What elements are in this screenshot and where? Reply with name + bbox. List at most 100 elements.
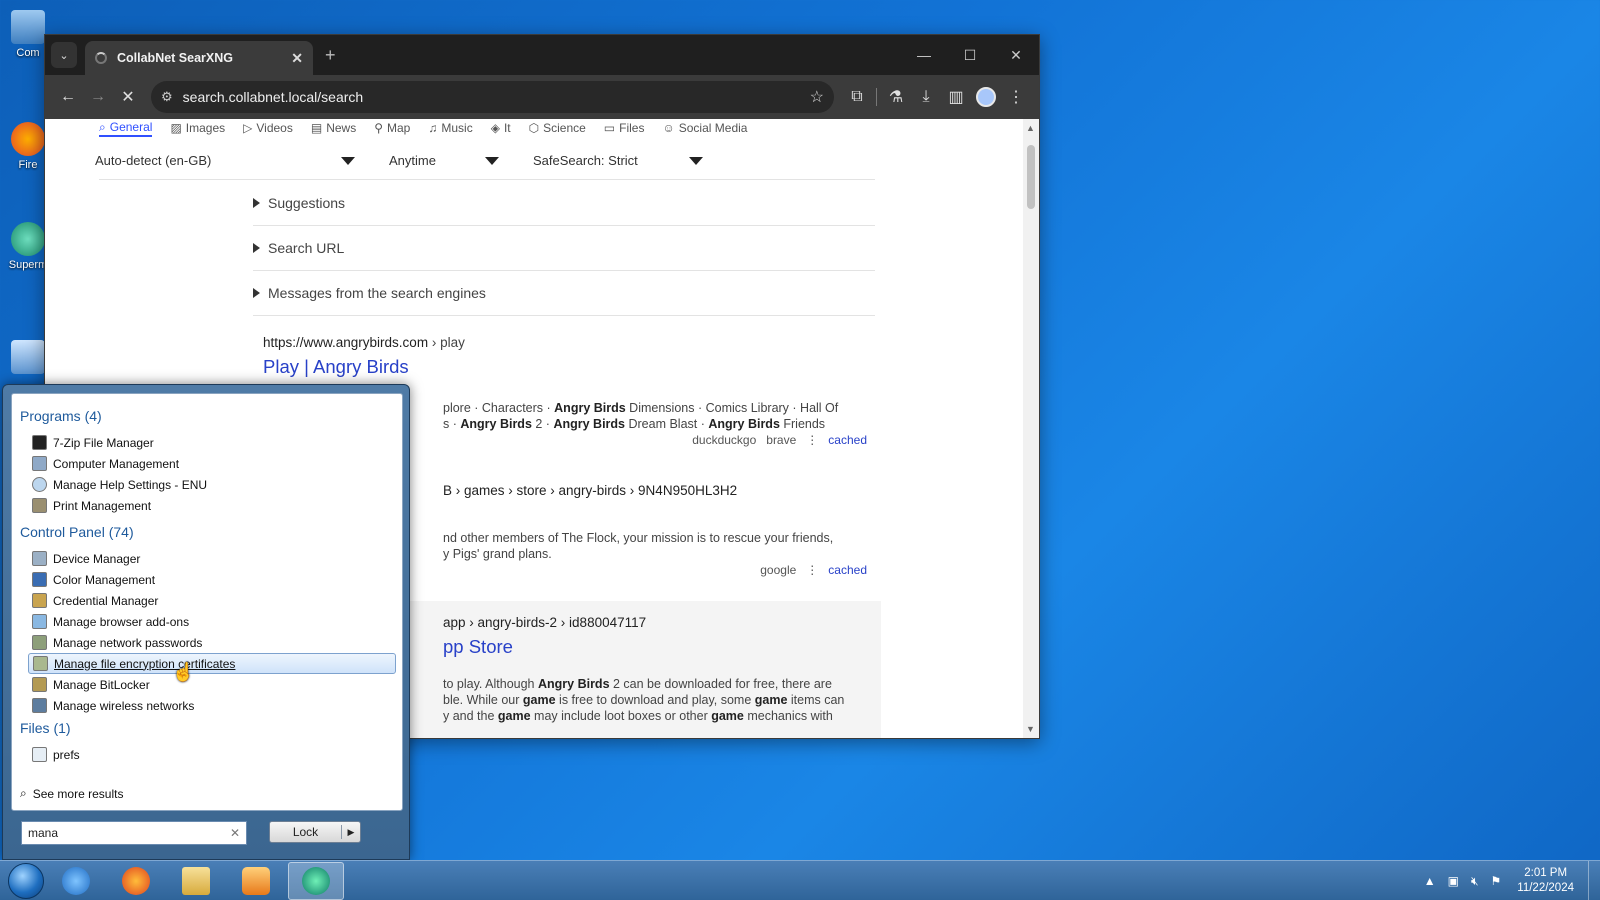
- result-url-host: https://www.angrybirds.com: [263, 335, 429, 350]
- cached-link[interactable]: cached: [828, 563, 867, 577]
- action-center-flag-icon[interactable]: ⚑: [1491, 874, 1502, 888]
- program-item[interactable]: Print Management: [28, 495, 396, 516]
- profile-avatar[interactable]: [971, 82, 1001, 112]
- show-hidden-icons-chevron-icon[interactable]: ▲: [1424, 874, 1436, 888]
- image-icon: ▨: [170, 121, 182, 135]
- start-menu-results: Programs (4) 7-Zip File Manager Computer…: [11, 393, 403, 811]
- chevron-down-icon: [689, 156, 703, 165]
- search-icon: ⌕: [20, 786, 27, 800]
- control-panel-item[interactable]: Manage BitLocker: [28, 674, 396, 695]
- firefox-icon: [122, 866, 150, 895]
- bookmark-star-icon[interactable]: ☆: [810, 87, 824, 107]
- color-management-icon: [32, 572, 47, 587]
- back-button[interactable]: ←: [53, 82, 83, 112]
- item-label: Color Management: [53, 572, 156, 587]
- tab-images[interactable]: ▨ Images: [170, 119, 225, 137]
- safesearch-select[interactable]: SafeSearch: Strict: [533, 153, 703, 168]
- power-options-arrow-icon[interactable]: ▶: [342, 827, 360, 838]
- tab-search-button[interactable]: ⌄: [51, 42, 77, 68]
- clock[interactable]: 2:01 PM 11/22/2024: [1517, 866, 1574, 896]
- people-icon: ☺: [662, 121, 675, 135]
- program-item[interactable]: Computer Management: [28, 453, 396, 474]
- tab-it[interactable]: ◈ It: [491, 119, 511, 137]
- expander-label: Search URL: [268, 240, 345, 256]
- network-passwords-icon: [32, 635, 47, 650]
- file-item[interactable]: prefs: [28, 744, 396, 765]
- tab-music[interactable]: ♫ Music: [428, 119, 472, 137]
- minimize-button[interactable]: —: [901, 47, 947, 63]
- tab-social-media[interactable]: ☺ Social Media: [662, 119, 747, 137]
- see-more-label: See more results: [32, 786, 124, 801]
- result-title[interactable]: Play | Angry Birds: [263, 356, 875, 378]
- scroll-down-arrow-icon[interactable]: ▼: [1026, 724, 1035, 734]
- forward-button[interactable]: →: [83, 82, 113, 112]
- control-panel-item[interactable]: Color Management: [28, 569, 396, 590]
- tab-label: Science: [543, 121, 586, 135]
- time-range-select[interactable]: Anytime: [389, 153, 499, 168]
- network-icon[interactable]: ▣: [1448, 874, 1459, 888]
- labs-flask-icon[interactable]: ⚗: [881, 82, 911, 112]
- tab-videos[interactable]: ▷ Videos: [243, 119, 293, 137]
- side-panel-icon[interactable]: ▥: [941, 82, 971, 112]
- taskbar-app-media-player[interactable]: [228, 862, 284, 900]
- clock-time: 2:01 PM: [1524, 867, 1568, 879]
- taskbar-app-firefox[interactable]: [108, 862, 164, 900]
- search-url-expander[interactable]: Search URL: [253, 240, 344, 256]
- control-panel-item[interactable]: Manage network passwords: [28, 632, 396, 653]
- taskbar-app-ie[interactable]: [48, 862, 104, 900]
- program-item[interactable]: Manage Help Settings - ENU: [28, 474, 396, 495]
- language-select[interactable]: Auto-detect (en-GB): [95, 153, 355, 168]
- tab-news[interactable]: ▤ News: [311, 119, 356, 137]
- downloads-icon[interactable]: ⤓: [911, 82, 941, 112]
- extensions-icon[interactable]: ⧉: [842, 82, 872, 112]
- item-label: Manage BitLocker: [53, 677, 150, 692]
- tab-files[interactable]: ▭ Files: [604, 119, 645, 137]
- start-button[interactable]: [8, 862, 44, 899]
- result-url[interactable]: https://www.angrybirds.com › play: [263, 335, 875, 350]
- volume-muted-icon[interactable]: 🔇︎: [1471, 874, 1479, 889]
- stop-loading-button[interactable]: ✕: [113, 82, 143, 112]
- control-panel-item[interactable]: Device Manager: [28, 548, 396, 569]
- close-tab-icon[interactable]: ✕: [291, 50, 303, 67]
- item-label: prefs: [53, 747, 80, 762]
- more-icon[interactable]: ⋮: [806, 433, 818, 447]
- suggestions-expander[interactable]: Suggestions: [253, 195, 345, 211]
- start-menu: Programs (4) 7-Zip File Manager Computer…: [2, 384, 410, 860]
- lock-button[interactable]: Lock ▶: [269, 821, 361, 843]
- program-item[interactable]: 7-Zip File Manager: [28, 432, 396, 453]
- chevron-down-icon: [485, 156, 499, 165]
- clear-search-icon[interactable]: ✕: [230, 826, 240, 840]
- tab-collabnet-searxng[interactable]: CollabNet SearXNG ✕: [85, 41, 313, 75]
- tab-general[interactable]: ⌕ General: [99, 119, 153, 137]
- tab-label: Files: [619, 121, 645, 135]
- taskbar-app-edge[interactable]: [288, 861, 344, 900]
- tab-science[interactable]: ⬡ Science: [529, 119, 586, 137]
- control-panel-item-selected[interactable]: Manage file encryption certificates: [28, 653, 396, 674]
- maximize-button[interactable]: ☐: [947, 47, 993, 64]
- show-desktop-button[interactable]: [1588, 861, 1600, 900]
- item-label: Computer Management: [53, 456, 180, 471]
- menu-kebab-icon[interactable]: ⋮: [1001, 82, 1031, 112]
- page-scrollbar[interactable]: ▲ ▼: [1023, 119, 1039, 738]
- control-panel-item[interactable]: Credential Manager: [28, 590, 396, 611]
- cached-link[interactable]: cached: [828, 433, 867, 447]
- more-icon[interactable]: ⋮: [806, 563, 818, 577]
- scrollbar-thumb[interactable]: [1027, 145, 1035, 209]
- new-tab-button[interactable]: +: [325, 45, 336, 66]
- address-bar[interactable]: ⚙ search.collabnet.local/search ☆: [151, 81, 834, 113]
- engine-messages-expander[interactable]: Messages from the search engines: [253, 285, 486, 301]
- music-note-icon: ♫: [428, 121, 438, 135]
- tab-strip: ⌄ CollabNet SearXNG ✕ + — ☐ ✕: [45, 35, 1039, 75]
- control-panel-item[interactable]: Manage wireless networks: [28, 695, 396, 716]
- see-more-results-link[interactable]: ⌕ See more results: [20, 786, 123, 801]
- control-panel-item[interactable]: Manage browser add-ons: [28, 611, 396, 632]
- site-info-icon[interactable]: ⚙: [161, 89, 173, 105]
- scroll-up-arrow-icon[interactable]: ▲: [1026, 123, 1035, 133]
- taskbar-app-explorer[interactable]: [168, 862, 224, 900]
- caret-right-icon: [253, 243, 260, 253]
- close-window-button[interactable]: ✕: [993, 47, 1039, 64]
- tab-map[interactable]: ⚲ Map: [374, 119, 410, 137]
- window-controls: — ☐ ✕: [901, 35, 1039, 75]
- layers-icon: ◈: [490, 121, 500, 135]
- start-search-input[interactable]: mana ✕: [21, 821, 247, 845]
